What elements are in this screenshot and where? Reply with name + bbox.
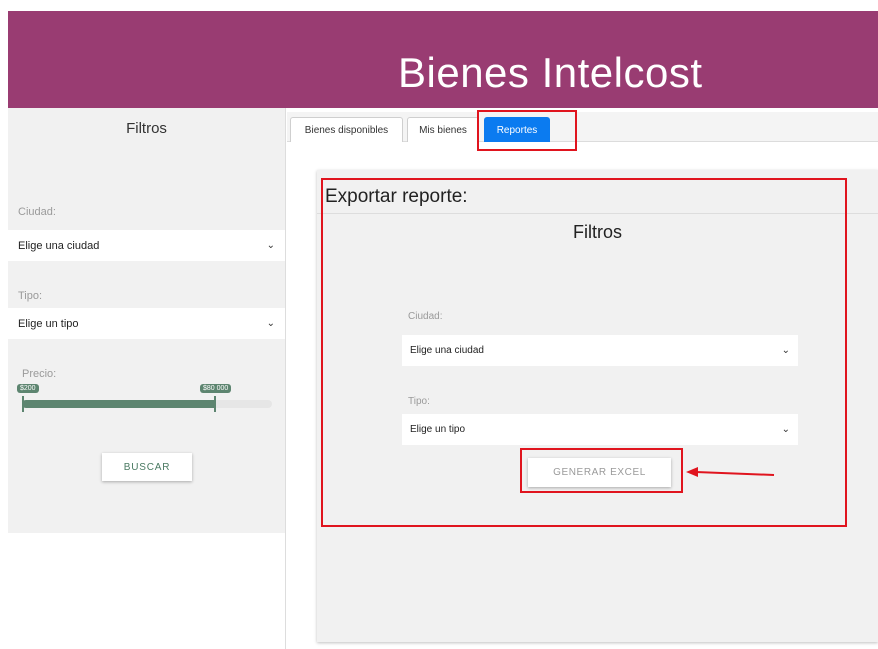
- city-label: Ciudad:: [18, 206, 56, 218]
- price-label: Precio:: [22, 368, 57, 380]
- type-select-value: Elige un tipo: [18, 317, 79, 330]
- tab-mis-bienes[interactable]: Mis bienes: [407, 117, 479, 142]
- sidebar-footer: [8, 533, 285, 649]
- price-slider[interactable]: [22, 396, 272, 412]
- price-min-badge: $200: [17, 384, 39, 393]
- filters-sidebar: Filtros Ciudad: Elige una ciudad ⌄ Tipo:…: [8, 108, 285, 533]
- city-select-value: Elige una ciudad: [18, 239, 100, 252]
- price-max-handle[interactable]: [213, 396, 216, 412]
- chevron-down-icon: ⌄: [266, 318, 275, 329]
- sidebar-title: Filtros: [126, 120, 167, 137]
- sidebar-divider: [285, 108, 286, 649]
- highlight-excel-button: [520, 448, 683, 493]
- price-min-handle[interactable]: [22, 396, 24, 412]
- price-max-badge: $80 000: [200, 384, 232, 393]
- tab-bar: Bienes disponibles Mis bienes Reportes: [287, 112, 878, 142]
- arrow-left-icon: [686, 467, 775, 477]
- tab-bienes-disponibles[interactable]: Bienes disponibles: [290, 117, 403, 142]
- chevron-down-icon: ⌄: [266, 240, 275, 251]
- city-select[interactable]: Elige una ciudad ⌄: [8, 230, 285, 261]
- app-title: Bienes Intelcost: [398, 49, 703, 96]
- type-select[interactable]: Elige un tipo ⌄: [8, 308, 285, 339]
- type-label: Tipo:: [18, 290, 43, 302]
- app-header: Bienes Intelcost: [8, 11, 878, 108]
- price-slider-fill: [22, 400, 215, 408]
- search-button[interactable]: BUSCAR: [102, 453, 192, 481]
- highlight-reportes-tab: [477, 110, 577, 151]
